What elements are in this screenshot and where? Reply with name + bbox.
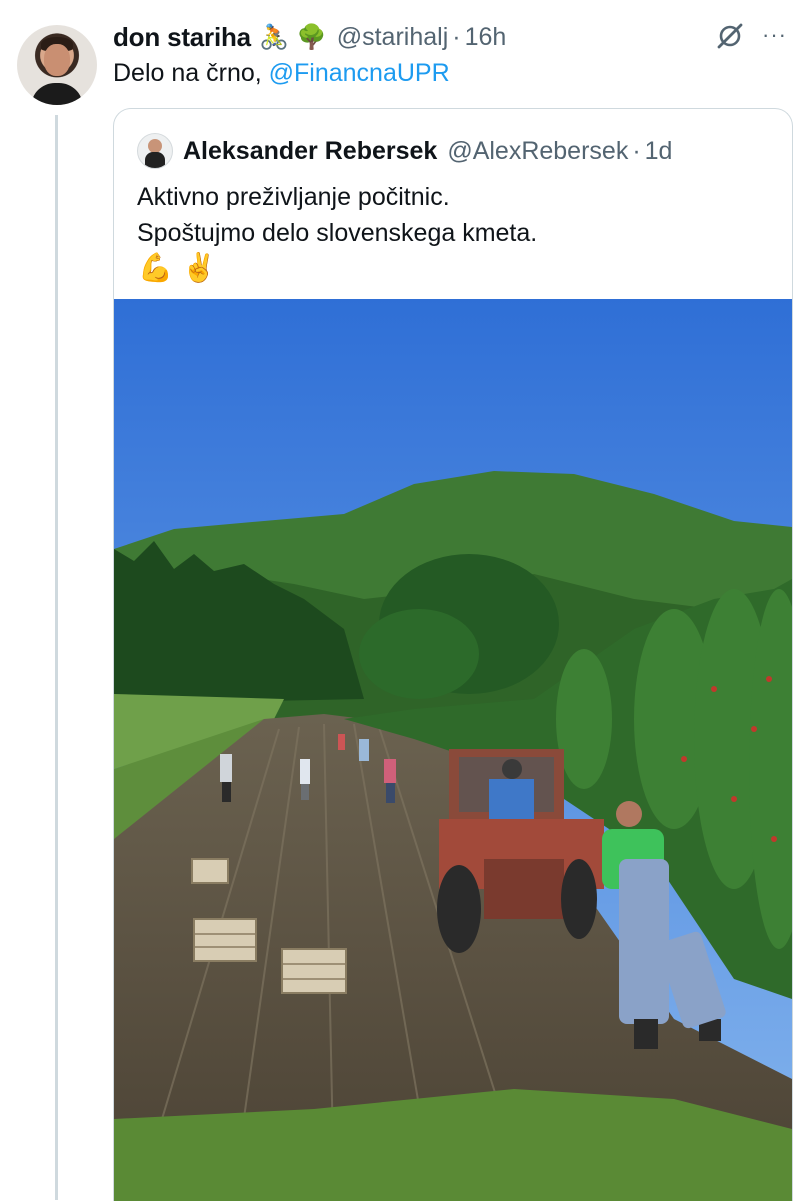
more-icon[interactable]: ··· [762, 22, 787, 48]
quoted-tweet-timestamp[interactable]: 1d [645, 137, 673, 166]
separator-dot: · [632, 136, 641, 165]
author-name[interactable]: don stariha [113, 22, 251, 53]
quoted-tweet-text: Aktivno preživljanje počitnic. Spoštujmo… [137, 179, 537, 251]
tweet-header: don stariha 🚴 🌳 @starihalj · 16h [113, 20, 506, 54]
author-avatar[interactable] [17, 25, 97, 105]
quoted-author-name[interactable]: Aleksander Rebersek [183, 137, 437, 166]
author-handle[interactable]: @starihalj [337, 23, 449, 52]
quoted-tweet-emojis: 💪 ✌️ [138, 251, 217, 284]
cyclist-emoji: 🚴 [258, 23, 289, 51]
quoted-tweet-card[interactable]: Aleksander Rebersek @AlexRebersek · 1d A… [113, 108, 793, 1201]
tweet-text: Delo na črno, @FinancnaUPR [113, 59, 450, 88]
quoted-author-avatar[interactable] [137, 133, 173, 169]
separator-dot: · [452, 22, 461, 51]
quoted-tweet-line: Spoštujmo delo slovenskega kmeta. [137, 219, 538, 247]
quoted-tweet-header: Aleksander Rebersek @AlexRebersek · 1d [137, 133, 672, 169]
thread-line [55, 115, 58, 1200]
grok-icon[interactable] [716, 22, 744, 50]
mention-link[interactable]: @FinancnaUPR [269, 59, 450, 87]
quoted-tweet-line: Aktivno preživljanje počitnic. [137, 183, 450, 211]
tree-emoji: 🌳 [296, 23, 327, 51]
tweet-photo[interactable] [114, 299, 792, 1201]
tweet-timestamp[interactable]: 16h [465, 23, 507, 52]
quoted-author-handle[interactable]: @AlexRebersek [447, 137, 628, 166]
tweet-text-body: Delo na črno, [113, 59, 269, 87]
